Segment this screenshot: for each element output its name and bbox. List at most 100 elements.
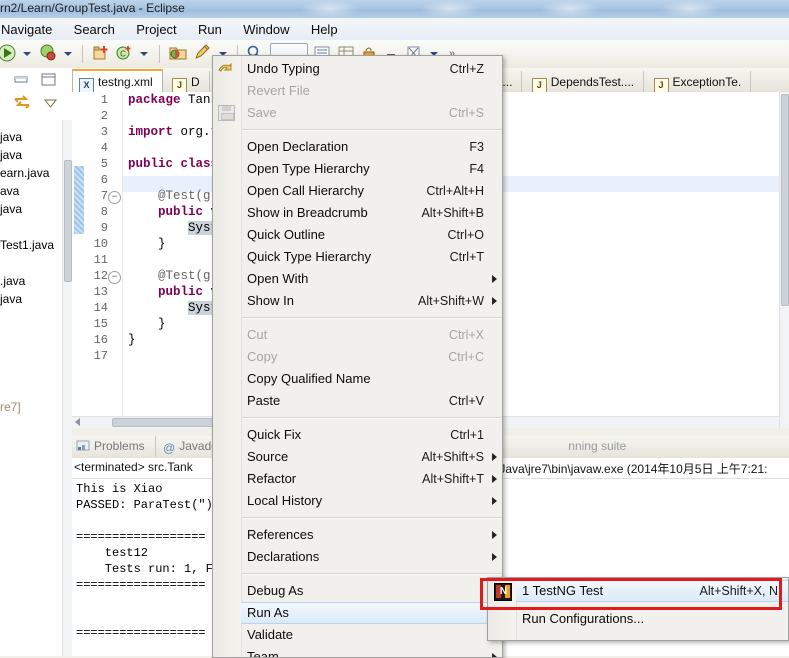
menu-item-run-as[interactable]: Run As [241,602,502,624]
menu-item-label: Declarations [247,549,320,564]
menu-item-label: Local History [247,493,323,508]
collapse-all-icon[interactable] [14,73,29,90]
menu-item-paste[interactable]: Paste Ctrl+V [241,390,502,412]
menu-window[interactable]: Window [234,18,298,40]
new-package-icon[interactable] [92,44,110,65]
line-number: 11 [93,253,108,267]
menu-item-show-in[interactable]: Show In Alt+Shift+W [241,290,502,312]
menu-item-open-call-hierarchy[interactable]: Open Call Hierarchy Ctrl+Alt+H [241,180,502,202]
java-file-icon: J [653,78,669,92]
explorer-item[interactable]: java [0,292,22,306]
scroll-left-arrow[interactable] [75,418,80,426]
menu-item-quick-outline[interactable]: Quick Outline Ctrl+O [241,224,502,246]
explorer-item[interactable]: java [0,202,22,216]
menu-item-declarations[interactable]: Declarations [241,546,502,568]
menu-item-copy-qualified-name[interactable]: Copy Qualified Name [241,368,502,390]
java-file-icon: J [531,78,547,92]
menu-separator [241,129,502,131]
code-line: } [128,333,136,347]
console-launch-path: s\Java\jre7\bin\javaw.exe (2014年10月5日 上午… [490,462,768,476]
menu-item-quick-type-hierarchy[interactable]: Quick Type Hierarchy Ctrl+T [241,246,502,268]
explorer-toolstrip [0,68,72,116]
debug-dropdown-arrow[interactable] [64,52,73,56]
svg-text:C: C [120,49,126,58]
menu-item-accel: Ctrl+T [449,250,484,264]
package-explorer-panel: java java earn.java ava java Test1.java … [0,68,72,656]
fold-collapse-icon[interactable]: − [108,271,121,284]
line-number: 5 [100,157,108,171]
line-number: 8 [100,205,108,219]
testng-icon: N [494,583,512,601]
explorer-item[interactable]: .java [0,274,25,288]
change-marker [74,166,84,234]
menu-help[interactable]: Help [302,18,347,40]
menu-item-local-history[interactable]: Local History [241,490,502,512]
debug-icon[interactable] [39,44,57,65]
fold-collapse-icon[interactable]: − [108,191,121,204]
view-menu-icon[interactable] [41,72,56,90]
editor-vertical-scrollbar[interactable] [779,92,789,428]
explorer-item[interactable]: ava [0,184,19,198]
editor-tab-testng-xml[interactable]: Xtestng.xml [72,69,163,92]
menu-item-label: Open Declaration [247,139,349,154]
explorer-vertical-scrollbar[interactable] [62,120,72,656]
menu-item-label: Run As [247,605,289,620]
menu-item-open-with[interactable]: Open With [241,268,502,290]
java-file-icon: J [172,78,188,92]
submenu-arrow-icon [492,475,497,483]
menu-item-refactor[interactable]: Refactor Alt+Shift+T [241,468,502,490]
run-icon[interactable] [0,44,16,65]
explorer-item[interactable]: java [0,130,22,144]
menu-item-cut: Cut Ctrl+X [241,324,502,346]
explorer-item-jre[interactable]: re7] [0,400,21,414]
line-number: 10 [93,237,108,251]
submenu-item-accel: Alt+Shift+X, N [699,584,778,598]
submenu-item-run-configurations[interactable]: Run Configurations... [516,608,788,630]
menu-search[interactable]: Search [65,18,124,40]
edit-icon[interactable] [193,43,211,65]
explorer-item[interactable]: Test1.java [0,238,54,252]
menu-item-undo-typing[interactable]: Undo Typing Ctrl+Z [218,58,502,80]
toolbar-separator [158,45,160,63]
editor-tab-exceptiontest[interactable]: J ExceptionTe. [648,71,752,92]
menu-item-validate[interactable]: Validate [241,624,502,646]
new-class-icon[interactable]: C [115,44,133,65]
menu-item-open-type-hierarchy[interactable]: Open Type Hierarchy F4 [241,158,502,180]
menu-project[interactable]: Project [127,18,185,40]
menu-item-team[interactable]: Team [241,646,502,657]
editor-tab-dependstest[interactable]: J DependsTest.... [526,71,645,92]
menu-separator [241,317,502,319]
menu-item-accel: Ctrl+Alt+H [426,184,484,198]
menu-navigate[interactable]: Navigate [0,18,61,40]
menu-item-open-declaration[interactable]: Open Declaration F3 [241,136,502,158]
editor-tab-d[interactable]: JD [166,71,210,92]
menu-item-debug-as[interactable]: Debug As [241,580,502,602]
new-dropdown-arrow[interactable] [140,52,149,56]
menu-item-quick-fix[interactable]: Quick Fix Ctrl+1 [241,424,502,446]
submenu-item-label: Run Configurations... [522,611,645,626]
tab-problems[interactable]: Problems [72,436,156,457]
menu-run[interactable]: Run [189,18,231,40]
open-resource-icon[interactable] [168,44,188,65]
explorer-menu-chevron-icon[interactable] [43,97,58,111]
toolbar-separator [82,45,84,63]
menu-item-label: Paste [247,393,281,408]
link-with-editor-icon[interactable] [13,94,31,113]
code-line: } [128,237,166,251]
menu-item-show-in-breadcrumb[interactable]: Show in Breadcrumb Alt+Shift+B [241,202,502,224]
annotation-ruler[interactable] [72,92,87,428]
menu-item-label: Save [247,105,277,120]
editor-vscroll-thumb[interactable] [781,94,789,306]
explorer-scroll-thumb[interactable] [64,160,72,282]
menu-item-source[interactable]: Source Alt+Shift+S [241,446,502,468]
explorer-item[interactable]: java [0,148,22,162]
menu-item-label: Debug As [247,583,304,598]
submenu-item-testng-test[interactable]: N 1 TestNG Test Alt+Shift+X, N [494,580,788,602]
run-dropdown-arrow[interactable] [23,52,32,56]
menu-item-label: Undo Typing [247,61,320,76]
main-menubar: Navigate Search Project Run Window Help [0,18,789,41]
submenu-arrow-icon [492,453,497,461]
tab-label: Problems [94,439,145,453]
explorer-item[interactable]: earn.java [0,166,49,180]
menu-item-references[interactable]: References [241,524,502,546]
